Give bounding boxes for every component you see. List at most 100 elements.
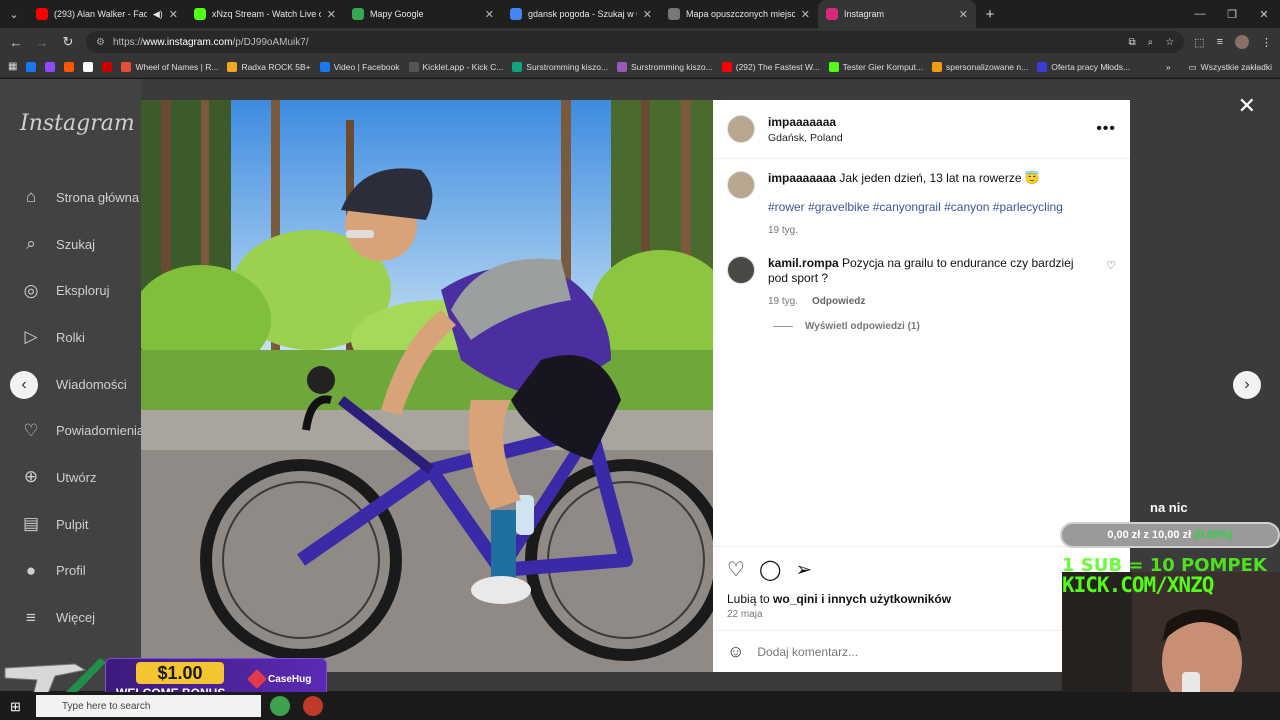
- bookmark-item[interactable]: [45, 61, 56, 72]
- nav-item[interactable]: ♡ Powiadomienia: [20, 407, 144, 454]
- bookmark-item[interactable]: Wheel of Names | R...: [121, 61, 219, 72]
- nav-item[interactable]: ● Profil: [20, 548, 144, 595]
- tab-title: Mapa opuszczonych miejsc - D: [686, 9, 795, 19]
- all-bookmarks-button[interactable]: » ▭ Wszystkie zakładki: [1157, 56, 1272, 77]
- back-button[interactable]: ←: [8, 35, 24, 50]
- more-options-icon[interactable]: •••: [1096, 120, 1116, 138]
- address-bar[interactable]: ⚙ https://www.instagram.com/p/DJ99oAMuik…: [86, 31, 1185, 53]
- nav-item[interactable]: ◎ Eksploruj: [20, 267, 144, 314]
- browser-tab[interactable]: (293) Alan Walker - Faded ◀) ✕: [28, 0, 186, 28]
- browser-tab[interactable]: Instagram ✕: [818, 0, 976, 28]
- browser-menu-icon[interactable]: ⋮: [1261, 36, 1272, 49]
- likes-prefix: Lubią to: [727, 592, 770, 606]
- post-location[interactable]: Gdańsk, Poland: [768, 132, 843, 144]
- bookmark-item[interactable]: Radxa ROCK 5B+: [227, 61, 311, 72]
- next-post-button[interactable]: ›: [1233, 371, 1261, 399]
- bookmark-favicon: [102, 61, 113, 72]
- likes-suffix[interactable]: i innych użytkowników: [821, 592, 951, 606]
- extensions-icon[interactable]: ⬚: [1194, 36, 1204, 49]
- bookmark-star-icon[interactable]: ☆: [1165, 37, 1174, 48]
- maps-icon: [352, 8, 364, 20]
- close-tab-icon[interactable]: ✕: [485, 8, 494, 21]
- minimize-button[interactable]: —: [1184, 0, 1216, 28]
- bookmark-item[interactable]: Tester Gier Komput...: [828, 61, 923, 72]
- bookmark-item[interactable]: spersonalizowane n...: [931, 61, 1028, 72]
- bookmark-label: Surstromming kiszo...: [631, 61, 713, 72]
- caption-username[interactable]: impaaaaaaa: [768, 171, 836, 185]
- like-icon[interactable]: ♡: [727, 557, 745, 582]
- new-tab-button[interactable]: +: [976, 0, 1004, 28]
- install-app-icon[interactable]: ⧉: [1128, 37, 1135, 48]
- close-tab-icon[interactable]: ✕: [169, 8, 178, 21]
- nav-item[interactable]: ✉Wiadomości: [20, 361, 144, 408]
- nav-item[interactable]: ⌕ Szukaj: [20, 221, 144, 268]
- reload-button[interactable]: ↻: [60, 34, 76, 50]
- nav-item[interactable]: ▤ Pulpit: [20, 501, 144, 548]
- tab-search-button[interactable]: ⌄: [0, 0, 28, 28]
- share-icon[interactable]: ➢: [795, 557, 812, 582]
- bookmark-item[interactable]: [26, 61, 37, 72]
- profile-avatar[interactable]: [1235, 35, 1249, 49]
- bookmark-item[interactable]: [83, 61, 94, 72]
- bookmark-item[interactable]: (292) The Fastest W...: [721, 61, 820, 72]
- browser-tab[interactable]: gdansk pogoda - Szukaj w Goo ✕: [502, 0, 660, 28]
- audio-icon[interactable]: ◀): [153, 9, 163, 20]
- nav-item[interactable]: ⌂ Strona główna: [20, 174, 144, 221]
- chrome-taskbar-icon[interactable]: [270, 696, 290, 716]
- app-taskbar-icon[interactable]: [303, 696, 323, 716]
- close-tab-icon[interactable]: ✕: [327, 8, 336, 21]
- bookmark-item[interactable]: Kicklet.app - Kick C...: [408, 61, 504, 72]
- author-username[interactable]: impaaaaaaa: [768, 115, 843, 129]
- comment-like-icon[interactable]: ♡: [1106, 259, 1116, 309]
- bookmark-item[interactable]: Oferta pracy Młods...: [1037, 61, 1130, 72]
- browser-tab[interactable]: Mapa opuszczonych miejsc - D ✕: [660, 0, 818, 28]
- menu-icon: ≡: [26, 607, 36, 627]
- casehug-logo: CaseHug: [247, 669, 311, 689]
- site-info-icon[interactable]: ⚙: [96, 37, 105, 48]
- caption-avatar[interactable]: [727, 171, 755, 199]
- bookmark-item[interactable]: Surstromming kiszo...: [617, 61, 713, 72]
- windows-start-icon[interactable]: ⊞: [10, 699, 21, 715]
- close-icon[interactable]: ✕: [1238, 93, 1256, 119]
- windows-taskbar: ⊞ Type here to search: [0, 692, 1280, 720]
- view-replies-button[interactable]: Wyświetl odpowiedzi (1): [773, 321, 1116, 332]
- bookmark-label: Wheel of Names | R...: [135, 61, 219, 72]
- caption-hashtags[interactable]: #rower #gravelbike #canyongrail #canyon …: [768, 200, 1116, 215]
- browser-tab[interactable]: xNzq Stream - Watch Live on K ✕: [186, 0, 344, 28]
- browser-tab[interactable]: Mapy Google ✕: [344, 0, 502, 28]
- comment-username[interactable]: kamil.rompa: [768, 256, 839, 270]
- commenter-avatar[interactable]: [727, 256, 755, 284]
- more-bookmarks-icon[interactable]: »: [1166, 62, 1171, 72]
- zoom-icon[interactable]: ⌕: [1148, 37, 1154, 48]
- reply-button[interactable]: Odpowiedz: [812, 294, 865, 309]
- browser-toolbar: ← → ↻ ⚙ https://www.instagram.com/p/DJ99…: [0, 28, 1280, 56]
- media-controls-icon[interactable]: ≡: [1217, 36, 1223, 48]
- close-window-button[interactable]: ✕: [1248, 0, 1280, 28]
- instagram-logo[interactable]: Instagram: [20, 111, 135, 136]
- bookmark-favicon: [408, 61, 419, 72]
- close-tab-icon[interactable]: ✕: [643, 8, 652, 21]
- likes-user[interactable]: wo_qini: [773, 592, 818, 606]
- taskbar-search[interactable]: Type here to search: [36, 695, 261, 717]
- close-tab-icon[interactable]: ✕: [959, 8, 968, 21]
- emoji-icon[interactable]: ☺: [727, 642, 744, 662]
- close-tab-icon[interactable]: ✕: [801, 8, 810, 21]
- forward-button[interactable]: →: [34, 35, 50, 50]
- comment-icon[interactable]: ◯: [759, 557, 781, 582]
- bookmark-label: Radxa ROCK 5B+: [241, 61, 311, 72]
- author-avatar[interactable]: [727, 115, 755, 143]
- bookmark-item[interactable]: [102, 61, 113, 72]
- bookmark-label: Kicklet.app - Kick C...: [422, 61, 504, 72]
- previous-post-button[interactable]: ‹: [10, 371, 38, 399]
- nav-item[interactable]: ⊕ Utwórz: [20, 454, 144, 501]
- add-comment-input[interactable]: Dodaj komentarz...: [757, 645, 858, 659]
- restore-button[interactable]: ❐: [1216, 0, 1248, 28]
- bookmark-item[interactable]: [64, 61, 75, 72]
- nav-item[interactable]: ≡ Więcej: [20, 594, 144, 641]
- apps-icon[interactable]: ▦: [8, 61, 17, 72]
- nav-label: Eksploruj: [56, 283, 110, 299]
- bookmark-item[interactable]: Video | Facebook: [319, 61, 400, 72]
- post-photo[interactable]: [141, 100, 713, 672]
- bookmark-item[interactable]: Surstromming kiszo...: [512, 61, 608, 72]
- nav-item[interactable]: ▷ Rolki: [20, 314, 144, 361]
